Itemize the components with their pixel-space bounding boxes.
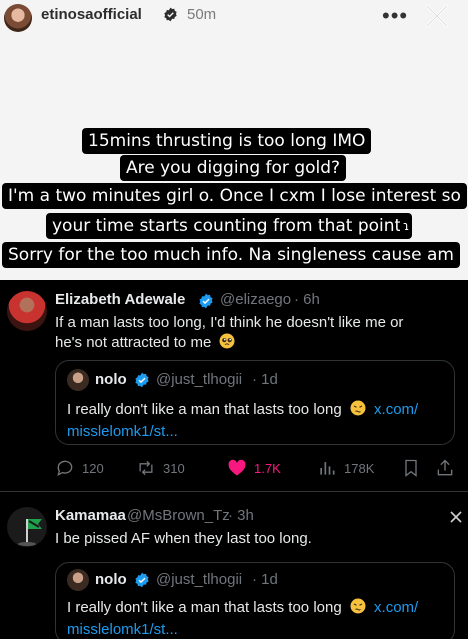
tweet-time: · 3h	[228, 507, 254, 524]
quoted-tweet-author-name: nolo	[95, 571, 127, 588]
caption-line-5: Sorry for the too much info. Na singlene…	[2, 242, 460, 268]
more-options-icon[interactable]: •••	[382, 3, 408, 29]
caption-tail-glyph: ɿ	[400, 213, 413, 239]
tweet-text: I be pissed AF when they last too long.	[55, 530, 312, 547]
tweet-author-name[interactable]: Kamamaa	[55, 507, 126, 524]
quoted-tweet-body: I really don't like a man that lasts too…	[67, 401, 342, 418]
quoted-tweet-link-continued[interactable]: misslelomk1/st...	[67, 619, 451, 639]
persevering-face-emoji-icon	[350, 400, 366, 416]
reply-count: 120	[82, 460, 104, 476]
quoted-tweet-line-1: I really don't like a man that lasts too…	[67, 597, 451, 619]
quoted-tweet-avatar	[67, 369, 89, 391]
repost-count: 310	[163, 460, 185, 476]
tweet-author-handle[interactable]: @MsBrown_Tz	[127, 507, 230, 524]
caption-line-2: Are you digging for gold?	[120, 155, 347, 181]
views-count: 178K	[344, 460, 375, 476]
verified-badge-icon	[135, 572, 149, 588]
like-count: 1.7K	[254, 460, 281, 476]
repost-icon	[139, 460, 153, 476]
caption-line-1: 15mins thrusting is too long IMO	[82, 128, 372, 154]
reply-button[interactable]: 120	[55, 456, 104, 480]
caption-line-4: your time starts counting from that poin…	[46, 213, 408, 239]
tweet-text: If a man lasts too long, I'd think he do…	[55, 313, 455, 353]
story-avatar[interactable]	[4, 4, 32, 32]
tweet-avatar[interactable]	[7, 291, 47, 331]
quoted-tweet-text: I really don't like a man that lasts too…	[67, 597, 451, 639]
verified-badge-icon	[164, 7, 177, 22]
quoted-tweet-time: · 1d	[252, 571, 278, 588]
views-button[interactable]: 178K	[317, 456, 374, 480]
tweet-text-line-2: he's not attracted to me	[55, 333, 455, 353]
close-icon[interactable]	[449, 510, 463, 524]
tweet-action-bar: 120 310 1.7K 178K	[55, 456, 455, 480]
quoted-tweet-author-name: nolo	[95, 371, 127, 388]
quoted-tweet-text: I really don't like a man that lasts too…	[67, 399, 451, 443]
story-username[interactable]: etinosaofficial	[41, 6, 142, 23]
like-button[interactable]: 1.7K	[227, 456, 281, 480]
tweet-avatar[interactable]	[7, 507, 47, 547]
quoted-tweet-body: I really don't like a man that lasts too…	[67, 599, 342, 616]
quoted-tweet-avatar	[67, 569, 89, 591]
tweet-divider	[0, 491, 468, 492]
verified-badge-icon	[199, 293, 213, 309]
quoted-tweet-time: · 1d	[252, 371, 278, 388]
tweet-time: · 6h	[294, 291, 320, 308]
quoted-tweet-link[interactable]: x.com/	[374, 401, 418, 418]
verified-badge-icon	[135, 372, 149, 388]
reply-icon	[57, 460, 73, 476]
tweet-text-line-2-text: he's not attracted to me	[55, 334, 212, 351]
flag-avatar-icon	[18, 519, 42, 546]
story-time: 50m	[187, 6, 217, 23]
heart-filled-icon	[228, 459, 246, 476]
quoted-tweet-link-continued[interactable]: misslelomk1/st...	[67, 421, 451, 443]
tweet-author-handle[interactable]: @elizaego	[220, 291, 291, 308]
persevering-face-emoji-icon	[350, 598, 366, 614]
quoted-tweet-handle: @just_tlhogii	[156, 571, 243, 588]
caption-line-3: I'm a two minutes girl o. Once I cxm I l…	[2, 183, 467, 209]
pleading-face-emoji-icon	[219, 333, 235, 349]
close-icon[interactable]	[424, 3, 450, 29]
repost-button[interactable]: 310	[136, 456, 185, 480]
quoted-tweet-handle: @just_tlhogii	[156, 371, 243, 388]
story-canvas: etinosaofficial 50m ••• 15mins thrusting…	[0, 0, 468, 280]
views-icon	[320, 462, 335, 475]
share-icon[interactable]	[435, 458, 455, 478]
tweet-author-name[interactable]: Elizabeth Adewale	[55, 291, 185, 308]
bookmark-icon[interactable]	[401, 458, 421, 478]
quoted-tweet-line-1: I really don't like a man that lasts too…	[67, 399, 451, 421]
quoted-tweet-link[interactable]: x.com/	[374, 599, 418, 616]
tweet-text-line-1: If a man lasts too long, I'd think he do…	[55, 314, 404, 331]
